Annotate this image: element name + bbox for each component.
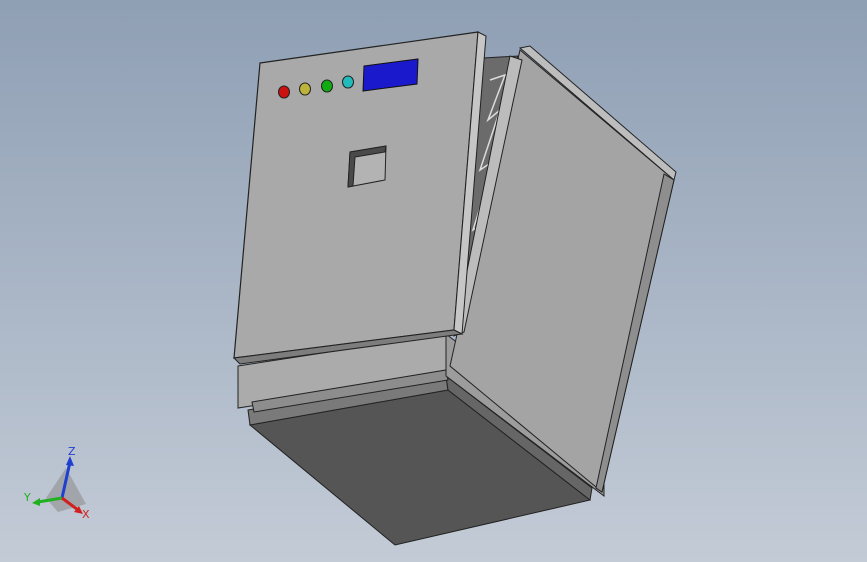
green-indicator-light <box>321 79 333 93</box>
z-axis-label: Z <box>68 446 76 458</box>
graphics-viewport[interactable]: Z Y X <box>0 0 867 562</box>
y-axis-label: Y <box>23 491 31 504</box>
cyan-indicator-light <box>342 75 354 89</box>
coordinate-triad: Z Y X <box>23 446 90 521</box>
front-door-panel[interactable] <box>233 31 479 359</box>
y-axis-arrow <box>32 498 40 506</box>
yellow-indicator-light <box>299 82 311 96</box>
x-axis-label: X <box>82 508 90 521</box>
cabinet-model[interactable] <box>0 0 867 562</box>
red-indicator-light <box>278 85 290 99</box>
